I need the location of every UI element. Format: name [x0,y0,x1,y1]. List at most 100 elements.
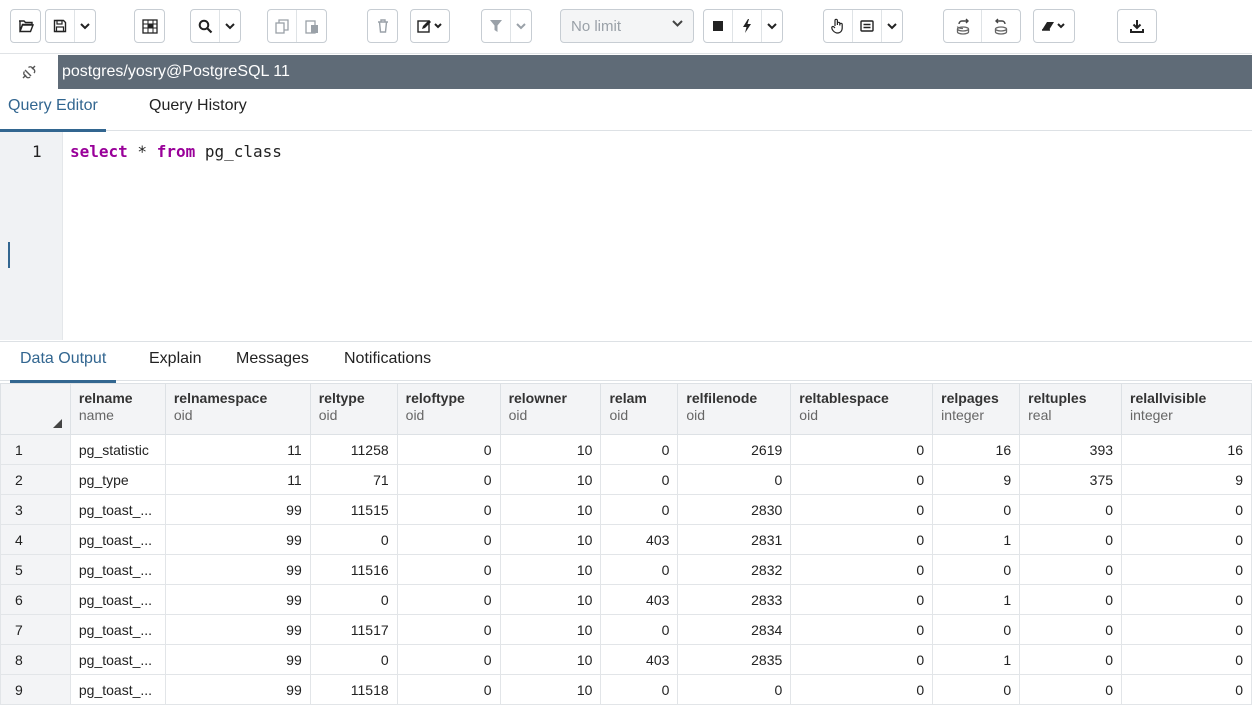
grid-cell[interactable]: 11515 [309,494,398,525]
grid-cell[interactable]: 0 [677,674,792,705]
grid-cell[interactable]: 10 [499,554,602,585]
grid-cell[interactable]: pg_toast_... [69,644,166,675]
grid-cell[interactable]: 0 [790,464,934,495]
grid-cell[interactable]: 393 [1019,434,1123,465]
grid-cell[interactable]: pg_toast_... [69,524,166,555]
grid-cell[interactable]: 403 [600,524,679,555]
grid-cell[interactable]: 99 [164,674,311,705]
grid-cell[interactable]: 0 [396,614,501,645]
column-header[interactable]: relnamespace oid [164,383,311,435]
row-number[interactable]: 1 [0,434,71,465]
row-limit-select[interactable]: No limit [560,9,694,43]
grid-cell[interactable]: 99 [164,554,311,585]
grid-cell[interactable]: 99 [164,494,311,525]
grid-cell[interactable]: 0 [932,494,1021,525]
explain-dropdown-button[interactable] [882,10,902,42]
column-header[interactable]: reltuples real [1019,383,1123,435]
grid-cell[interactable]: 10 [499,584,602,615]
row-number[interactable]: 9 [0,674,71,705]
grid-cell[interactable]: pg_toast_... [69,494,166,525]
row-number[interactable]: 8 [0,644,71,675]
column-header[interactable]: relallvisible integer [1121,383,1252,435]
filter-dropdown-button[interactable] [511,10,531,42]
grid-cell[interactable]: 10 [499,494,602,525]
grid-cell[interactable]: pg_type [69,464,166,495]
grid-cell[interactable]: 0 [790,494,934,525]
grid-cell[interactable]: 0 [600,554,679,585]
grid-cell[interactable]: 0 [1121,644,1252,675]
table-row[interactable]: 7 pg_toast_... 99 11517 0 10 0 2834 0 0 0 0 [0,614,1252,645]
grid-cell[interactable]: 9 [1121,464,1252,495]
connection-status[interactable] [0,55,58,89]
table-row[interactable]: 6 pg_toast_... 99 0 0 10 403 2833 0 1 0 0 [0,584,1252,615]
grid-cell[interactable]: 0 [396,644,501,675]
grid-cell[interactable]: 0 [677,464,792,495]
grid-cell[interactable]: 0 [396,464,501,495]
grid-cell[interactable]: 0 [1019,584,1123,615]
column-header[interactable]: relfilenode oid [677,383,792,435]
grid-cell[interactable]: 11516 [309,554,398,585]
find-button[interactable] [191,10,220,42]
paste-button[interactable] [297,10,326,42]
tab-query-history[interactable]: Query History [149,97,247,115]
grid-cell[interactable]: 11258 [309,434,398,465]
grid-cell[interactable]: 10 [499,524,602,555]
grid-cell[interactable]: 11 [164,434,311,465]
grid-cell[interactable]: 99 [164,524,311,555]
grid-cell[interactable]: 2834 [677,614,792,645]
tab-notifications[interactable]: Notifications [344,350,431,368]
grid-cell[interactable]: 0 [396,584,501,615]
grid-cell[interactable]: 16 [932,434,1021,465]
grid-cell[interactable]: 0 [1121,524,1252,555]
grid-cell[interactable]: 0 [932,554,1021,585]
grid-cell[interactable]: 0 [600,614,679,645]
grid-cell[interactable]: 0 [600,434,679,465]
open-file-button[interactable] [11,10,40,42]
column-header[interactable]: relpages integer [932,383,1021,435]
grid-cell[interactable]: 1 [932,644,1021,675]
copy-button[interactable] [268,10,297,42]
rollback-button[interactable] [982,10,1020,42]
save-dropdown-button[interactable] [75,10,95,42]
grid-cell[interactable]: 11518 [309,674,398,705]
grid-cell[interactable]: 0 [790,644,934,675]
table-row[interactable]: 2 pg_type 11 71 0 10 0 0 0 9 375 9 [0,464,1252,495]
grid-cell[interactable]: 0 [1121,554,1252,585]
grid-cell[interactable]: 0 [932,614,1021,645]
column-header[interactable]: reloftype oid [396,383,501,435]
grid-cell[interactable]: 2835 [677,644,792,675]
grid-cell[interactable]: 10 [499,464,602,495]
grid-cell[interactable]: 0 [1019,674,1123,705]
row-number[interactable]: 7 [0,614,71,645]
row-number[interactable]: 6 [0,584,71,615]
delete-button[interactable] [368,10,397,42]
grid-cell[interactable]: 2619 [677,434,792,465]
grid-cell[interactable]: pg_toast_... [69,554,166,585]
commit-button[interactable] [944,10,982,42]
grid-cell[interactable]: 0 [396,434,501,465]
grid-cell[interactable]: 2830 [677,494,792,525]
edit-data-button[interactable] [135,10,164,42]
tab-explain[interactable]: Explain [149,350,201,368]
grid-cell[interactable]: 0 [790,434,934,465]
grid-cell[interactable]: 99 [164,614,311,645]
connection-title[interactable]: postgres/yosry@PostgreSQL 11 [58,55,1252,89]
column-header[interactable]: reltype oid [309,383,398,435]
grid-cell[interactable]: 0 [1019,614,1123,645]
edit-button[interactable] [411,10,449,42]
grid-cell[interactable]: 0 [790,554,934,585]
grid-cell[interactable]: 0 [396,494,501,525]
sql-code-line[interactable]: select * from pg_class [70,142,282,161]
select-all-corner[interactable] [0,383,71,435]
grid-cell[interactable]: 0 [790,674,934,705]
execute-button[interactable] [733,10,762,42]
grid-cell[interactable]: 0 [309,644,398,675]
grid-cell[interactable]: 0 [790,614,934,645]
grid-cell[interactable]: 2831 [677,524,792,555]
grid-cell[interactable]: 99 [164,644,311,675]
grid-cell[interactable]: 0 [1019,494,1123,525]
grid-cell[interactable]: pg_toast_... [69,614,166,645]
cancel-query-button[interactable] [704,10,733,42]
explain-analyze-button[interactable] [853,10,882,42]
table-row[interactable]: 1 pg_statistic 11 11258 0 10 0 2619 0 16 393 16 [0,434,1252,465]
